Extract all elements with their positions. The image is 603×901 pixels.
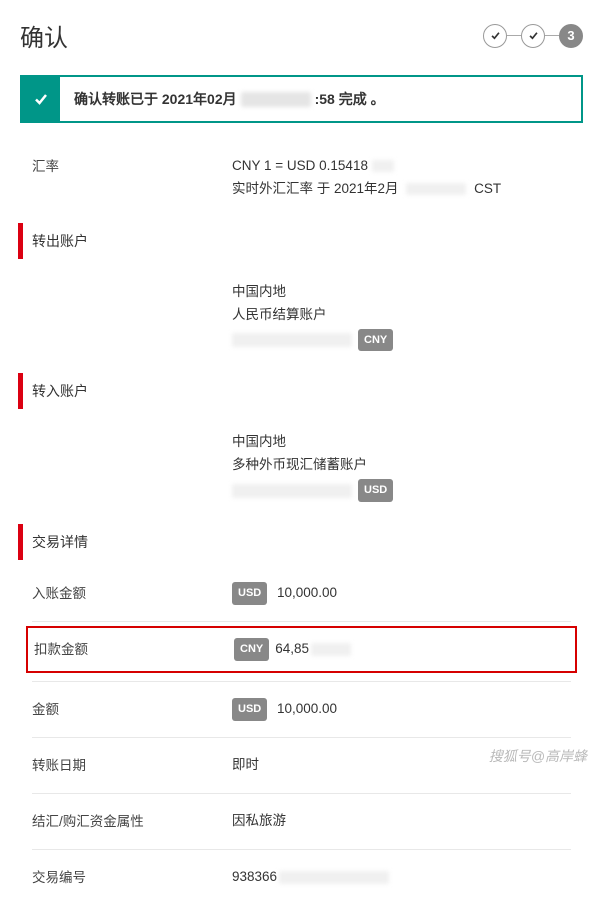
redacted-to-account-number <box>232 484 352 498</box>
redacted-txnid-tail <box>279 871 389 884</box>
redacted-rate-time <box>406 183 466 195</box>
rate-timestamp-suffix: CST <box>474 181 501 196</box>
details-header: 交易详情 <box>0 514 603 570</box>
check-icon <box>22 77 60 121</box>
from-account-header: 转出账户 <box>0 213 603 269</box>
debit-amount-prefix: 64,85 <box>275 638 309 661</box>
step-2-done <box>521 24 545 48</box>
date-label: 转账日期 <box>32 754 232 774</box>
redacted-from-account-number <box>232 333 352 347</box>
step-1-done <box>483 24 507 48</box>
banner-message-suffix: :58 完成 。 <box>315 89 385 109</box>
step-3-active: 3 <box>559 24 583 48</box>
to-account-type: 多种外币现汇储蓄账户 <box>232 454 571 477</box>
purpose-value: 因私旅游 <box>232 810 571 833</box>
purpose-label: 结汇/购汇资金属性 <box>32 810 232 830</box>
txnid-label: 交易编号 <box>32 866 232 886</box>
amount-value: 10,000.00 <box>277 701 337 716</box>
to-account-header: 转入账户 <box>0 363 603 419</box>
rate-label: 汇率 <box>32 155 232 175</box>
from-account-type: 人民币结算账户 <box>232 304 571 327</box>
from-account-title: 转出账户 <box>32 231 571 251</box>
progress-stepper: 3 <box>483 24 583 48</box>
to-currency-badge: USD <box>358 479 393 502</box>
rate-timestamp-prefix: 实时外汇汇率 于 2021年2月 <box>232 181 399 196</box>
txnid-prefix: 938366 <box>232 866 277 889</box>
amount-currency-badge: USD <box>232 698 267 721</box>
from-account-region: 中国内地 <box>232 281 571 304</box>
amount-label: 金额 <box>32 698 232 718</box>
credit-amount-value: 10,000.00 <box>277 585 337 600</box>
redacted-rate-tail <box>372 160 394 172</box>
watermark: 搜狐号@高岸蜂 <box>489 746 587 766</box>
page-title: 确认 <box>20 18 68 53</box>
credit-amount-label: 入账金额 <box>32 582 232 602</box>
credit-currency-badge: USD <box>232 582 267 605</box>
details-title: 交易详情 <box>32 532 571 552</box>
to-account-title: 转入账户 <box>32 381 571 401</box>
debit-amount-label: 扣款金额 <box>34 638 234 658</box>
redacted-debit-tail <box>311 643 351 656</box>
rate-value: CNY 1 = USD 0.15418 <box>232 158 368 173</box>
from-currency-badge: CNY <box>358 329 393 352</box>
success-banner: 确认转账已于 2021年02月 :58 完成 。 <box>20 75 583 123</box>
debit-currency-badge: CNY <box>234 638 269 661</box>
redacted-date <box>241 92 311 107</box>
to-account-region: 中国内地 <box>232 431 571 454</box>
banner-message-prefix: 确认转账已于 2021年02月 <box>74 89 237 109</box>
debit-highlight: 扣款金额 CNY 64,85 <box>26 626 577 673</box>
